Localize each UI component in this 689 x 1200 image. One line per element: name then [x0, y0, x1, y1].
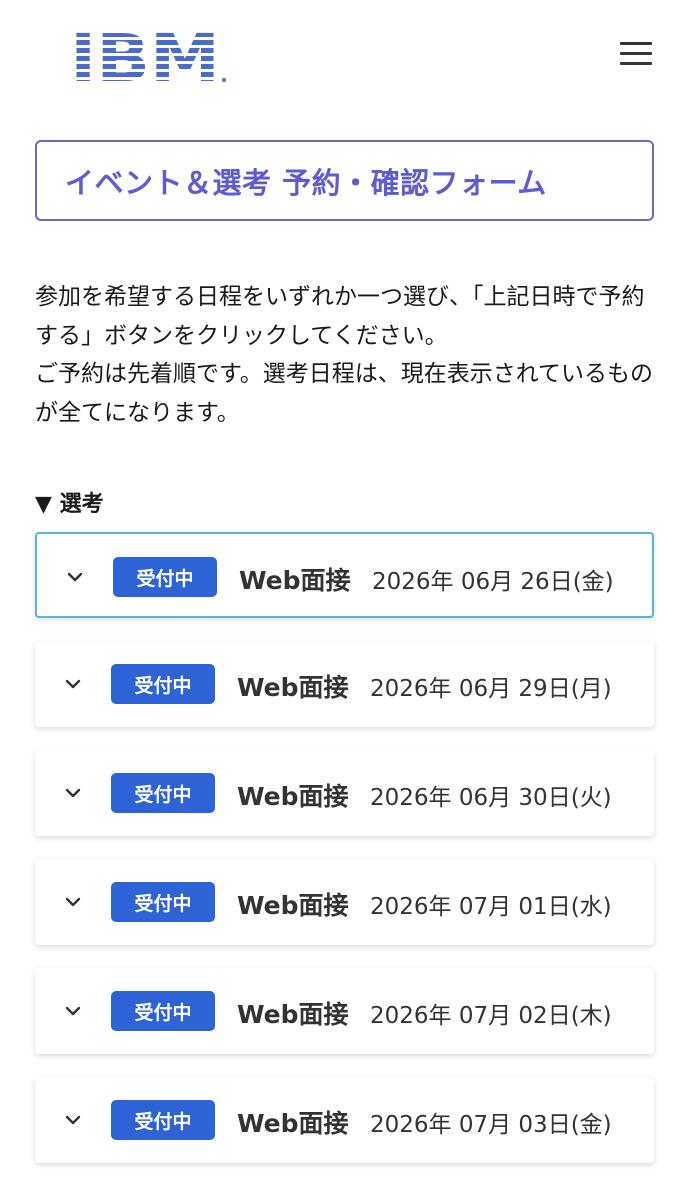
slot-type: Web面接: [237, 1000, 349, 1029]
hamburger-icon: [620, 42, 652, 45]
status-badge: 受付中: [111, 882, 215, 922]
intro-text: 参加を希望する日程をいずれか一つ選び、「上記日時で予約する」ボタンをクリックして…: [35, 278, 660, 432]
status-badge: 受付中: [111, 991, 215, 1031]
slot-type: Web面接: [237, 673, 349, 702]
slot-row[interactable]: 受付中 Web面接 2026年 06月 26日(金): [35, 532, 654, 618]
status-badge: 受付中: [113, 557, 217, 597]
chevron-down-icon[interactable]: [63, 783, 83, 803]
slot-date: 2026年 07月 01日(水): [370, 894, 612, 920]
chevron-down-icon[interactable]: [65, 567, 85, 587]
slot-date: 2026年 06月 30日(火): [370, 785, 612, 811]
form-title-box: イベント＆選考 予約・確認フォーム: [35, 140, 654, 221]
slot-row[interactable]: 受付中 Web面接 2026年 06月 30日(火): [35, 750, 654, 836]
hamburger-menu-button[interactable]: [618, 40, 654, 68]
slot-type: Web面接: [237, 891, 349, 920]
chevron-down-icon[interactable]: [63, 1110, 83, 1130]
page-header: IBM: [0, 0, 689, 110]
ibm-logo-text: IBM: [70, 22, 220, 84]
chevron-down-icon[interactable]: [63, 674, 83, 694]
status-badge: 受付中: [111, 1100, 215, 1140]
slot-date: 2026年 07月 03日(金): [370, 1112, 612, 1138]
status-badge: 受付中: [111, 664, 215, 704]
ibm-logo[interactable]: IBM: [70, 20, 228, 97]
slot-list: 受付中 Web面接 2026年 06月 26日(金) 受付中 Web面接 202…: [35, 532, 654, 1186]
slot-type: Web面接: [237, 1109, 349, 1138]
status-badge: 受付中: [111, 773, 215, 813]
slot-row[interactable]: 受付中 Web面接 2026年 07月 02日(木): [35, 968, 654, 1054]
slot-type: Web面接: [239, 566, 351, 595]
slot-date: 2026年 06月 29日(月): [370, 676, 612, 702]
intro-line-1: 参加を希望する日程をいずれか一つ選び、「上記日時で予約する」ボタンをクリックして…: [35, 284, 645, 349]
section-heading: ▼ 選考: [35, 492, 104, 517]
slot-date: 2026年 07月 02日(木): [370, 1003, 612, 1029]
slot-row[interactable]: 受付中 Web面接 2026年 07月 03日(金): [35, 1077, 654, 1163]
page-title: イベント＆選考 予約・確認フォーム: [65, 165, 547, 200]
slot-row[interactable]: 受付中 Web面接 2026年 06月 29日(月): [35, 641, 654, 727]
slot-row[interactable]: 受付中 Web面接 2026年 07月 01日(水): [35, 859, 654, 945]
chevron-down-icon[interactable]: [63, 892, 83, 912]
slot-type: Web面接: [237, 782, 349, 811]
slot-date: 2026年 06月 26日(金): [372, 569, 614, 595]
chevron-down-icon[interactable]: [63, 1001, 83, 1021]
intro-line-2: ご予約は先着順です。選考日程は、現在表示されているものが全てになります。: [35, 361, 654, 426]
